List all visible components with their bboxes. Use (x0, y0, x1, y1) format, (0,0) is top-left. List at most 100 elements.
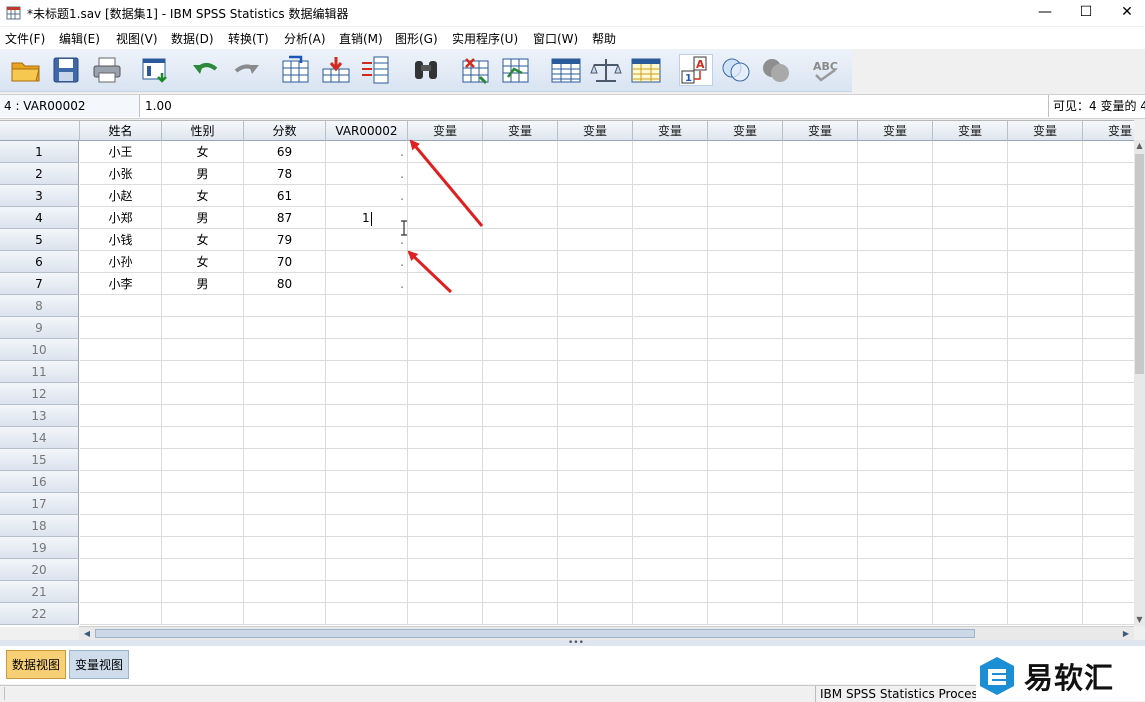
data-cell[interactable]: 小王 (80, 141, 162, 163)
column-header[interactable]: 变量 (633, 121, 708, 141)
empty-cell[interactable] (708, 603, 783, 625)
empty-cell[interactable] (708, 339, 783, 361)
row-header[interactable]: 13 (0, 405, 79, 427)
empty-cell[interactable] (633, 493, 708, 515)
data-cell[interactable]: 男 (162, 207, 244, 229)
column-header[interactable]: 分数 (244, 121, 326, 141)
open-folder-icon[interactable] (9, 54, 43, 86)
empty-cell[interactable] (1083, 361, 1134, 383)
empty-cell[interactable] (558, 449, 633, 471)
data-cell[interactable] (80, 295, 162, 317)
empty-cell[interactable] (933, 229, 1008, 251)
data-cell[interactable] (244, 515, 326, 537)
empty-cell[interactable] (1083, 515, 1134, 537)
menu-transform[interactable]: 转换(T) (228, 30, 269, 47)
data-cell[interactable] (162, 515, 244, 537)
empty-cell[interactable] (1083, 185, 1134, 207)
empty-cell[interactable] (558, 207, 633, 229)
data-cell[interactable]: 女 (162, 185, 244, 207)
empty-cell[interactable] (483, 141, 558, 163)
empty-cell[interactable] (1083, 449, 1134, 471)
empty-cell[interactable] (933, 185, 1008, 207)
empty-cell[interactable] (708, 427, 783, 449)
empty-cell[interactable] (1008, 339, 1083, 361)
data-cell[interactable]: 78 (244, 163, 326, 185)
empty-cell[interactable] (1008, 471, 1083, 493)
data-cell[interactable] (326, 295, 408, 317)
cell-value-input[interactable]: 1.00 (141, 95, 1048, 117)
column-header[interactable]: 姓名 (80, 121, 162, 141)
save-icon[interactable] (49, 54, 83, 86)
empty-cell[interactable] (1008, 207, 1083, 229)
scroll-up-icon[interactable]: ▲ (1134, 140, 1145, 152)
empty-cell[interactable] (1083, 537, 1134, 559)
data-cell[interactable] (162, 339, 244, 361)
data-cell[interactable]: . (326, 185, 408, 207)
empty-cell[interactable] (783, 251, 858, 273)
empty-cell[interactable] (633, 317, 708, 339)
row-header[interactable]: 16 (0, 471, 79, 493)
empty-cell[interactable] (633, 471, 708, 493)
empty-cell[interactable] (483, 361, 558, 383)
data-cell[interactable] (162, 405, 244, 427)
empty-cell[interactable] (933, 361, 1008, 383)
empty-cell[interactable] (858, 515, 933, 537)
data-cell[interactable] (326, 515, 408, 537)
empty-cell[interactable] (558, 537, 633, 559)
column-header[interactable]: 变量 (783, 121, 858, 141)
empty-cell[interactable] (1083, 141, 1134, 163)
scroll-down-icon[interactable]: ▼ (1134, 614, 1145, 626)
row-header[interactable]: 10 (0, 339, 79, 361)
data-cell[interactable] (80, 361, 162, 383)
empty-cell[interactable] (1008, 361, 1083, 383)
empty-cell[interactable] (408, 493, 483, 515)
empty-cell[interactable] (408, 471, 483, 493)
empty-cell[interactable] (858, 559, 933, 581)
empty-cell[interactable] (483, 185, 558, 207)
empty-cell[interactable] (783, 207, 858, 229)
empty-cell[interactable] (408, 537, 483, 559)
use-sets-icon[interactable] (719, 54, 753, 86)
empty-cell[interactable] (783, 581, 858, 603)
data-cell[interactable] (162, 361, 244, 383)
empty-cell[interactable] (783, 361, 858, 383)
empty-cell[interactable] (408, 559, 483, 581)
empty-cell[interactable] (633, 163, 708, 185)
empty-cell[interactable] (633, 339, 708, 361)
empty-cell[interactable] (783, 339, 858, 361)
data-cell[interactable] (162, 449, 244, 471)
empty-cell[interactable] (783, 449, 858, 471)
column-header[interactable]: 变量 (858, 121, 933, 141)
empty-cell[interactable] (933, 141, 1008, 163)
data-cell[interactable]: . (326, 163, 408, 185)
data-cell[interactable] (244, 383, 326, 405)
empty-cell[interactable] (558, 163, 633, 185)
row-header[interactable]: 21 (0, 581, 79, 603)
data-cell[interactable] (162, 493, 244, 515)
data-cell[interactable]: . (326, 229, 408, 251)
empty-cell[interactable] (783, 295, 858, 317)
undo-icon[interactable] (189, 54, 223, 86)
data-cell[interactable] (244, 361, 326, 383)
data-cell[interactable] (326, 339, 408, 361)
empty-cell[interactable] (1008, 559, 1083, 581)
data-cell[interactable] (80, 427, 162, 449)
empty-cell[interactable] (408, 383, 483, 405)
empty-cell[interactable] (408, 295, 483, 317)
data-cell[interactable]: 79 (244, 229, 326, 251)
empty-cell[interactable] (783, 229, 858, 251)
row-header[interactable]: 4 (0, 207, 79, 229)
empty-cell[interactable] (408, 449, 483, 471)
data-cell[interactable]: 87 (244, 207, 326, 229)
empty-cell[interactable] (408, 515, 483, 537)
column-header[interactable]: 变量 (1008, 121, 1083, 141)
empty-cell[interactable] (858, 361, 933, 383)
empty-cell[interactable] (483, 295, 558, 317)
empty-cell[interactable] (708, 229, 783, 251)
empty-cell[interactable] (1008, 515, 1083, 537)
variables-icon[interactable] (359, 54, 393, 86)
data-cell[interactable] (244, 317, 326, 339)
empty-cell[interactable] (1083, 251, 1134, 273)
empty-cell[interactable] (708, 185, 783, 207)
empty-cell[interactable] (708, 383, 783, 405)
